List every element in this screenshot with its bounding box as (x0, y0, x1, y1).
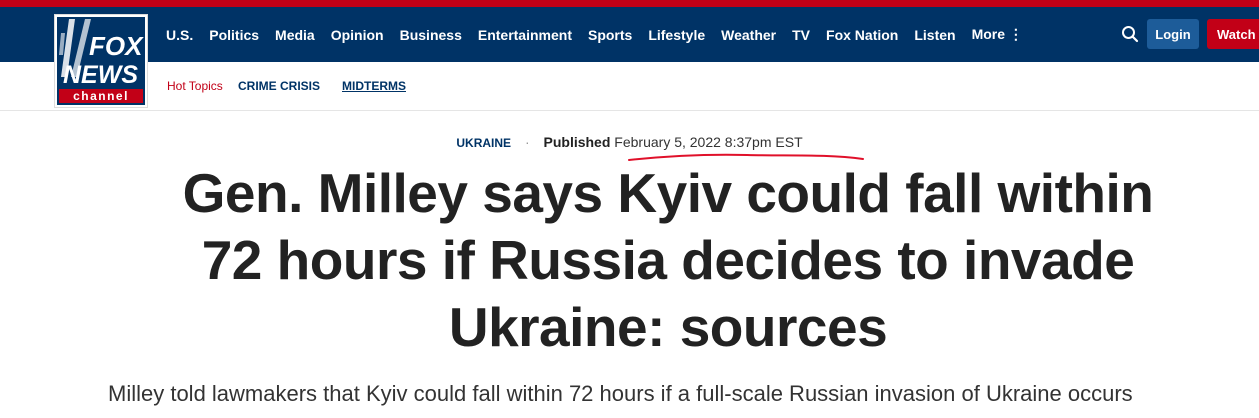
nav-item-opinion[interactable]: Opinion (331, 27, 384, 43)
article-headline: Gen. Milley says Kyiv could fall within … (182, 162, 1154, 358)
hot-topics-label: Hot Topics (167, 79, 223, 93)
search-icon[interactable] (1121, 25, 1139, 43)
hot-topics-bar: Hot Topics CRIME CRISIS MIDTERMS (0, 62, 1259, 111)
nav-item-media[interactable]: Media (275, 27, 315, 43)
top-red-stripe (0, 0, 1259, 7)
article-category-link[interactable]: UKRAINE (456, 136, 511, 150)
nav-item-sports[interactable]: Sports (588, 27, 632, 43)
nav-more-menu[interactable]: More ⋮ (972, 26, 1023, 43)
nav-item-us[interactable]: U.S. (166, 27, 193, 43)
published-date: February 5, 2022 8:37pm EST (614, 134, 803, 150)
topic-crime-crisis[interactable]: CRIME CRISIS (238, 79, 320, 93)
logo-fox-text: FOX (89, 31, 144, 61)
nav-item-lifestyle[interactable]: Lifestyle (648, 27, 705, 43)
nav-item-entertainment[interactable]: Entertainment (478, 27, 572, 43)
nav-item-weather[interactable]: Weather (721, 27, 776, 43)
nav-item-listen[interactable]: Listen (914, 27, 955, 43)
article-subheadline: Milley told lawmakers that Kyiv could fa… (108, 381, 1133, 406)
article-meta: UKRAINE · Published February 5, 2022 8:3… (0, 134, 1259, 150)
nav-item-business[interactable]: Business (400, 27, 462, 43)
topic-midterms[interactable]: MIDTERMS (342, 79, 406, 93)
nav-item-fox-nation[interactable]: Fox Nation (826, 27, 898, 43)
primary-nav: U.S. Politics Media Opinion Business Ent… (158, 7, 1031, 62)
watch-tv-button[interactable]: Watch TV (1207, 19, 1259, 49)
nav-item-tv[interactable]: TV (792, 27, 810, 43)
meta-separator: · (524, 134, 530, 150)
nav-item-politics[interactable]: Politics (209, 27, 259, 43)
published-label: Published (543, 134, 611, 150)
login-button[interactable]: Login (1147, 19, 1199, 49)
